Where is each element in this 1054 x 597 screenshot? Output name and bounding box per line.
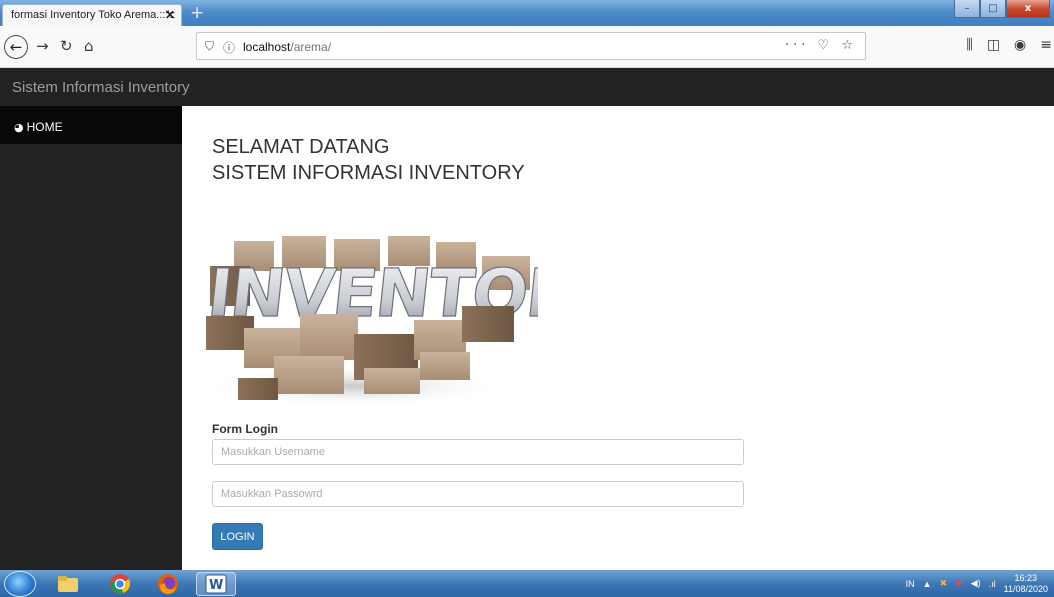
menu-icon[interactable]: ≡ [1040, 37, 1052, 53]
account-icon[interactable]: ◉ [1014, 37, 1026, 53]
sidebar-item-label: HOME [26, 120, 63, 134]
brand-title[interactable]: Sistem Informasi Inventory [12, 79, 190, 96]
main-content: SELAMAT DATANG SISTEM INFORMASI INVENTOR… [182, 106, 1054, 570]
tray-expand-icon[interactable]: ▲ [923, 579, 932, 589]
toolbar-right: ⫼ ◫ ◉ ≡ [966, 37, 1052, 53]
shield-icon[interactable]: ⛉ [205, 39, 214, 54]
antivirus-icon[interactable]: ✱ [955, 578, 963, 589]
new-tab-button[interactable]: + [190, 3, 204, 23]
password-input[interactable] [212, 481, 744, 507]
forward-icon[interactable]: → [36, 37, 49, 55]
start-button[interactable] [4, 571, 36, 597]
url-bar[interactable]: ⛉ ⓘ localhost/arema/ ··· ♡ ☆ [196, 32, 866, 60]
word-icon[interactable]: W [196, 572, 236, 596]
volume-icon[interactable]: ◀) [971, 578, 981, 589]
username-input[interactable] [212, 439, 744, 465]
maximize-button[interactable]: □ [980, 0, 1006, 18]
url-host: localhost [243, 40, 291, 54]
system-tray: IN ▲ ✖ ✱ ◀) .ıl 16:23 11/08/2020 [906, 570, 1054, 597]
form-login-title: Form Login [212, 422, 278, 436]
sidebar-toggle-icon[interactable]: ◫ [987, 37, 1000, 53]
browser-nav-bar: ← → ↻ ⌂ ⛉ ⓘ localhost/arema/ ··· ♡ ☆ ⫼ ◫… [0, 26, 1054, 68]
language-indicator[interactable]: IN [906, 579, 915, 589]
back-icon[interactable]: ← [4, 35, 28, 59]
welcome-line-2: SISTEM INFORMASI INVENTORY [212, 162, 525, 184]
info-icon[interactable]: ⓘ [223, 39, 235, 56]
close-window-button[interactable]: x [1006, 0, 1050, 18]
chrome-icon[interactable] [100, 572, 140, 596]
home-icon[interactable]: ⌂ [84, 37, 94, 55]
tab-close-icon[interactable]: ✕ [165, 8, 175, 22]
minimize-button[interactable]: – [954, 0, 980, 18]
welcome-line-1: SELAMAT DATANG [212, 136, 390, 158]
taskbar: W IN ▲ ✖ ✱ ◀) .ıl 16:23 11/08/2020 [0, 570, 1054, 597]
welcome-heading: SELAMAT DATANG SISTEM INFORMASI INVENTOR… [212, 134, 525, 186]
sidebar-item-home[interactable]: ◕ HOME [0, 106, 182, 144]
firefox-icon[interactable] [148, 572, 188, 596]
clock-date: 11/08/2020 [1003, 583, 1048, 594]
svg-text:W: W [209, 578, 223, 593]
url-path: /arema/ [290, 40, 332, 54]
clock-time: 16:23 [1014, 572, 1038, 583]
network-tool-icon[interactable]: ✖ [940, 578, 948, 589]
reload-icon[interactable]: ↻ [60, 37, 73, 55]
browser-tab[interactable]: formasi Inventory Toko Arema.::":: ✕ [2, 4, 182, 26]
signal-icon[interactable]: .ıl [989, 579, 996, 589]
file-explorer-icon[interactable] [48, 572, 88, 596]
login-button[interactable]: LOGIN [212, 523, 263, 550]
window-controls: – □ x [954, 0, 1050, 19]
page-actions-icon[interactable]: ··· ♡ ☆ [785, 38, 857, 53]
url-text[interactable]: localhost/arema/ [243, 40, 331, 54]
clock[interactable]: 16:23 11/08/2020 [1004, 573, 1048, 595]
tab-title: formasi Inventory Toko Arema.::":: [11, 9, 176, 21]
sidebar: ◕ HOME [0, 106, 182, 570]
inventory-image: INVENTORY [204, 236, 538, 406]
browser-tab-bar: formasi Inventory Toko Arema.::":: ✕ + –… [0, 0, 1054, 26]
dashboard-icon: ◕ [14, 121, 24, 134]
app-header: Sistem Informasi Inventory [0, 68, 1054, 106]
library-icon[interactable]: ⫼ [966, 37, 972, 53]
